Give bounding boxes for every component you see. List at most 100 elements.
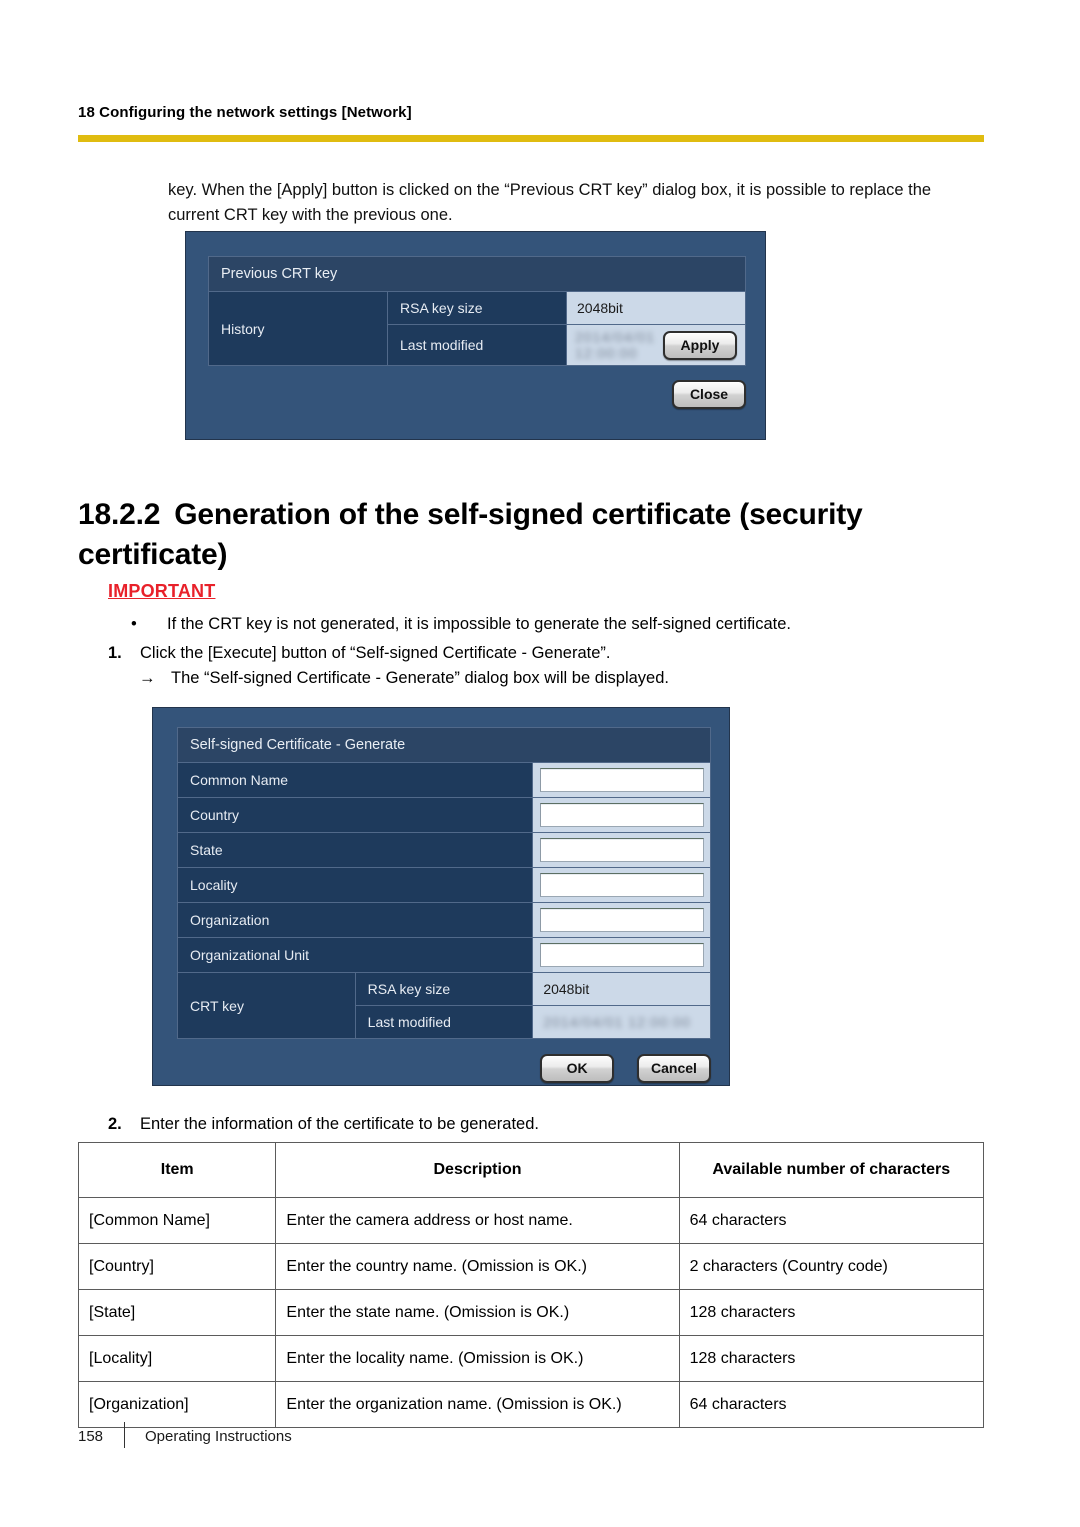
section-heading: 18.2.2 Generation of the self-signed cert… xyxy=(78,495,984,575)
close-button[interactable]: Close xyxy=(672,380,746,409)
organization-input[interactable] xyxy=(540,908,704,932)
rsa-key-size-value: 2048bit xyxy=(566,291,746,325)
arrow-right-icon: → xyxy=(139,669,156,687)
cell-characters: 2 characters (Country code) xyxy=(678,1243,985,1290)
table-header-characters: Available number of characters xyxy=(678,1142,985,1198)
common-name-label: Common Name xyxy=(176,762,534,798)
table-row: Locality xyxy=(176,867,711,903)
crt-last-modified-label: Last modified xyxy=(354,1005,534,1039)
state-input[interactable] xyxy=(540,838,704,862)
cell-item: [State] xyxy=(77,1289,277,1336)
important-label: IMPORTANT xyxy=(108,581,216,601)
crt-last-modified-cell: 2014/04/01 12:00:00 xyxy=(532,1005,711,1039)
table-row: [Common Name] Enter the camera address o… xyxy=(77,1197,985,1244)
self-signed-certificate-footer: OK Cancel xyxy=(177,1054,711,1083)
cell-description: Enter the country name. (Omission is OK.… xyxy=(275,1243,680,1290)
cell-description: Enter the organization name. (Omission i… xyxy=(275,1381,680,1428)
page-number: 158 xyxy=(78,1428,104,1445)
country-input[interactable] xyxy=(540,803,704,827)
table-header-description: Description xyxy=(275,1142,680,1198)
locality-label: Locality xyxy=(176,867,534,903)
intro-paragraph: key. When the [Apply] button is clicked … xyxy=(168,181,932,224)
previous-crt-key-table: Previous CRT key History RSA key size 20… xyxy=(208,256,746,366)
rsa-key-size-label: RSA key size xyxy=(387,291,567,325)
table-row: Organizational Unit xyxy=(176,937,711,973)
footer-divider xyxy=(124,1422,125,1448)
self-signed-certificate-table: Self-signed Certificate - Generate Commo… xyxy=(176,727,711,1039)
certificate-items-table: Item Description Available number of cha… xyxy=(77,1142,985,1428)
state-cell xyxy=(532,832,711,868)
organizational-unit-label: Organizational Unit xyxy=(176,937,534,973)
cell-characters: 128 characters xyxy=(678,1335,985,1382)
table-header-row: Item Description Available number of cha… xyxy=(77,1142,985,1198)
organizational-unit-cell xyxy=(532,937,711,973)
cell-description: Enter the state name. (Omission is OK.) xyxy=(275,1289,680,1336)
table-row: Common Name xyxy=(176,762,711,798)
last-modified-label: Last modified xyxy=(387,324,567,366)
organization-label: Organization xyxy=(176,902,534,938)
section-title: Generation of the self-signed certificat… xyxy=(78,498,863,571)
table-row: [Organization] Enter the organization na… xyxy=(77,1381,985,1428)
country-cell xyxy=(532,797,711,833)
previous-crt-key-dialog: Previous CRT key History RSA key size 20… xyxy=(185,231,766,440)
state-label: State xyxy=(176,832,534,868)
ok-button[interactable]: OK xyxy=(540,1054,615,1083)
previous-crt-key-title: Previous CRT key xyxy=(208,256,746,292)
table-row: [State] Enter the state name. (Omission … xyxy=(77,1289,985,1336)
apply-button[interactable]: Apply xyxy=(663,330,737,360)
last-modified-cell: 2014/04/01 12:00:00 Apply xyxy=(566,324,746,366)
step-1: 1. Click the [Execute] button of “Self-s… xyxy=(108,641,968,666)
step-1-text: Click the [Execute] button of “Self-sign… xyxy=(140,644,611,662)
page-footer: 158 Operating Instructions xyxy=(78,1422,984,1448)
step-2-text: Enter the information of the certificate… xyxy=(140,1115,539,1133)
organization-cell xyxy=(532,902,711,938)
cell-item: [Country] xyxy=(77,1243,277,1290)
crt-key-group-label: CRT key xyxy=(177,972,356,1039)
cell-characters: 128 characters xyxy=(678,1289,985,1336)
table-row: Organization xyxy=(176,902,711,938)
footer-doc-title: Operating Instructions xyxy=(145,1428,292,1445)
table-row: Country xyxy=(176,797,711,833)
header-rule xyxy=(78,135,984,142)
table-row: [Locality] Enter the locality name. (Omi… xyxy=(77,1335,985,1382)
history-group-label: History xyxy=(208,291,388,366)
organizational-unit-input[interactable] xyxy=(540,943,704,967)
crt-rsa-key-size-value: 2048bit xyxy=(532,972,711,1006)
bullet-marker-icon: • xyxy=(131,615,137,633)
previous-crt-key-footer: Close xyxy=(208,380,746,409)
cancel-button[interactable]: Cancel xyxy=(637,1054,711,1083)
crt-rsa-key-size-label: RSA key size xyxy=(354,972,534,1006)
step-2-number: 2. xyxy=(108,1115,122,1133)
cell-description: Enter the camera address or host name. xyxy=(275,1197,680,1244)
crt-last-modified-value: 2014/04/01 12:00:00 xyxy=(543,1014,691,1030)
section-number: 18.2.2 xyxy=(78,498,161,531)
dialog-titlebar-row: Self-signed Certificate - Generate xyxy=(177,727,711,763)
breadcrumb: 18 Configuring the network settings [Net… xyxy=(78,104,412,121)
self-signed-certificate-title: Self-signed Certificate - Generate xyxy=(177,727,711,763)
cell-characters: 64 characters xyxy=(678,1381,985,1428)
dialog-titlebar-row: Previous CRT key xyxy=(208,256,746,292)
table-header-item: Item xyxy=(77,1142,277,1198)
table-row: State xyxy=(176,832,711,868)
locality-cell xyxy=(532,867,711,903)
page-header: 18 Configuring the network settings [Net… xyxy=(78,104,984,121)
last-modified-inner: 2014/04/01 12:00:00 Apply xyxy=(575,329,737,361)
country-label: Country xyxy=(176,797,534,833)
cell-item: [Locality] xyxy=(77,1335,277,1382)
cell-characters: 64 characters xyxy=(678,1197,985,1244)
step-1-substep-text: The “Self-signed Certificate - Generate”… xyxy=(171,669,669,687)
common-name-input[interactable] xyxy=(540,768,704,792)
cell-item: [Organization] xyxy=(77,1381,277,1428)
last-modified-value: 2014/04/01 12:00:00 xyxy=(575,329,656,361)
important-bullet: • If the CRT key is not generated, it is… xyxy=(131,612,971,636)
table-row: [Country] Enter the country name. (Omiss… xyxy=(77,1243,985,1290)
table-row: History RSA key size 2048bit xyxy=(208,291,746,366)
self-signed-certificate-dialog: Self-signed Certificate - Generate Commo… xyxy=(152,707,730,1086)
important-bullet-text: If the CRT key is not generated, it is i… xyxy=(167,615,791,633)
step-2: 2. Enter the information of the certific… xyxy=(108,1112,968,1137)
table-row: CRT key RSA key size 2048bit xyxy=(177,972,711,1039)
cell-description: Enter the locality name. (Omission is OK… xyxy=(275,1335,680,1382)
step-1-number: 1. xyxy=(108,644,122,662)
locality-input[interactable] xyxy=(540,873,704,897)
cell-item: [Common Name] xyxy=(77,1197,277,1244)
